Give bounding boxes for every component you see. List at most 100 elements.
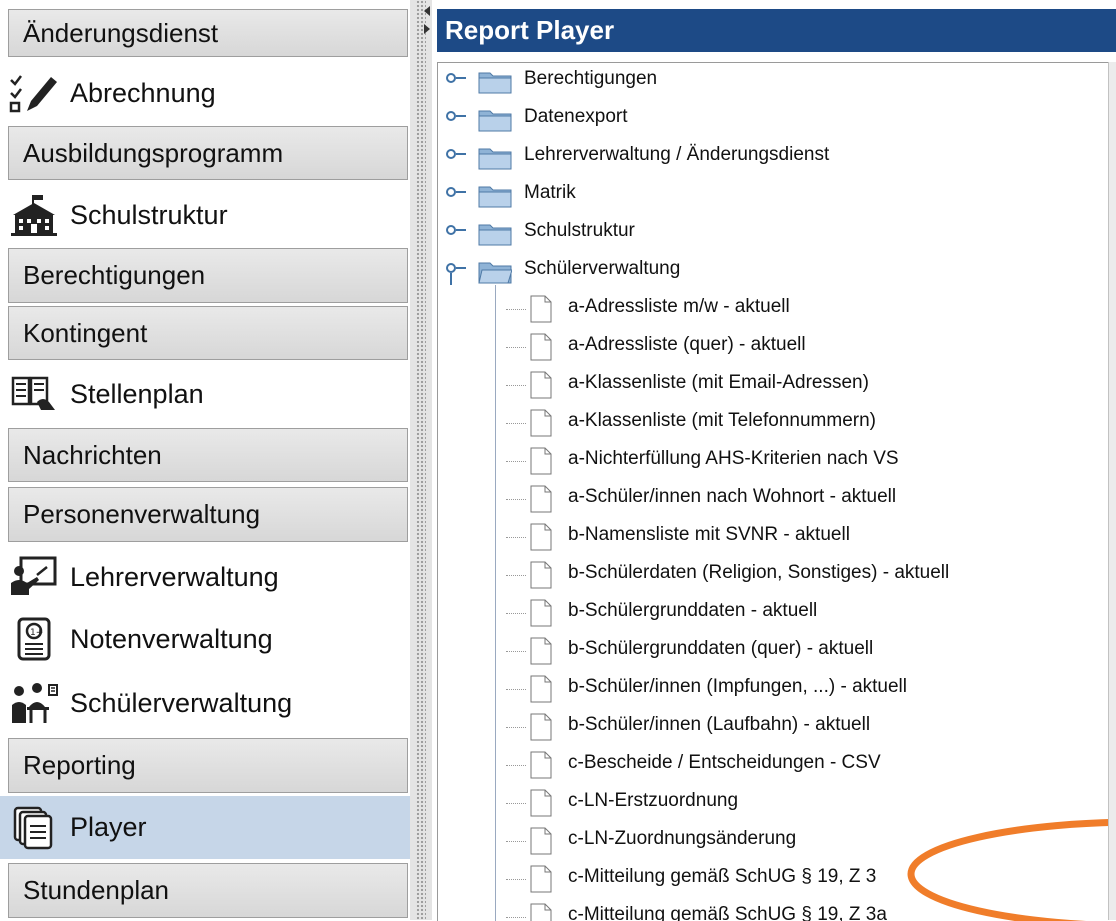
nav-module-abrechnung[interactable]: Abrechnung <box>0 64 410 122</box>
nav-category-ausbildungsprogramm[interactable]: Ausbildungsprogramm <box>8 126 408 180</box>
students-desk-icon <box>8 681 60 725</box>
open-folder-icon <box>478 262 512 284</box>
nav-label: Notenverwaltung <box>70 623 273 654</box>
report-item[interactable]: a-Adressliste m/w - aktuell <box>438 292 1108 328</box>
report-item[interactable]: a-Klassenliste (mit Email-Adressen) <box>438 368 1108 404</box>
tree-connector <box>506 651 526 652</box>
tree-folder[interactable]: Matrik <box>438 178 1108 214</box>
report-item[interactable]: a-Klassenliste (mit Telefonnummern) <box>438 406 1108 442</box>
nav-module-schulstruktur[interactable]: Schulstruktur <box>0 186 410 244</box>
page-title: Report Player <box>445 15 615 45</box>
report-label: b-Schülergrunddaten - aktuell <box>568 600 818 621</box>
collapse-left-icon[interactable] <box>424 6 430 16</box>
nav-module-player[interactable]: Player <box>0 796 410 859</box>
grade-certificate-icon: 1+ <box>8 617 60 661</box>
tree-connector <box>506 385 526 386</box>
expand-toggle-icon[interactable] <box>446 149 456 159</box>
report-item[interactable]: b-Namensliste mit SVNR - aktuell <box>438 520 1108 556</box>
report-label: b-Schüler/innen (Impfungen, ...) - aktue… <box>568 676 908 697</box>
tree-connector <box>506 917 526 918</box>
nav-category-reporting[interactable]: Reporting <box>8 738 408 793</box>
document-icon <box>530 599 552 627</box>
report-label: c-LN-Zuordnungsänderung <box>568 828 797 849</box>
tree-connector <box>506 765 526 766</box>
expand-toggle-icon[interactable] <box>446 225 456 235</box>
documents-stack-icon <box>8 806 60 850</box>
collapse-toggle-icon[interactable] <box>446 263 456 273</box>
expand-right-icon[interactable] <box>424 24 430 34</box>
tree-connector <box>506 803 526 804</box>
expand-toggle-icon[interactable] <box>446 111 456 121</box>
nav-label: Schulstruktur <box>70 199 228 230</box>
report-item[interactable]: c-Bescheide / Entscheidungen - CSV <box>438 748 1108 784</box>
book-hand-icon <box>8 372 60 416</box>
tree-folder[interactable]: Lehrerverwaltung / Änderungsdienst <box>438 140 1108 176</box>
report-item[interactable]: a-Schüler/innen nach Wohnort - aktuell <box>438 482 1108 518</box>
nav-category-kontingent[interactable]: Kontingent <box>8 306 408 360</box>
tree-connector <box>506 309 526 310</box>
nav-category-stundenplan[interactable]: Stundenplan <box>8 863 408 918</box>
report-item[interactable]: b-Schülergrunddaten - aktuell <box>438 596 1108 632</box>
document-icon <box>530 713 552 741</box>
tree-connector <box>506 499 526 500</box>
expand-toggle-icon[interactable] <box>446 187 456 197</box>
report-label: a-Klassenliste (mit Email-Adressen) <box>568 372 869 393</box>
tree-folder[interactable]: Schulstruktur <box>438 216 1108 252</box>
report-item[interactable]: b-Schülergrunddaten (quer) - aktuell <box>438 634 1108 670</box>
report-label: a-Nichterfüllung AHS-Kriterien nach VS <box>568 448 899 469</box>
nav-module-notenverwaltung[interactable]: 1+ Notenverwaltung <box>0 610 410 668</box>
expand-toggle-icon[interactable] <box>446 73 456 83</box>
report-label: c-Mitteilung gemäß SchUG § 19, Z 3 <box>568 866 877 887</box>
report-item[interactable]: b-Schüler/innen (Impfungen, ...) - aktue… <box>438 672 1108 708</box>
report-label: b-Schüler/innen (Laufbahn) - aktuell <box>568 714 871 735</box>
nav-label: Reporting <box>23 750 136 780</box>
document-icon <box>530 561 552 589</box>
nav-label: Schülerverwaltung <box>70 687 293 718</box>
folder-label: Berechtigungen <box>524 68 658 89</box>
nav-module-stellenplan[interactable]: Stellenplan <box>0 365 410 423</box>
document-icon <box>530 295 552 323</box>
report-label: b-Schülerdaten (Religion, Sonstiges) - a… <box>568 562 950 583</box>
folder-label: Lehrerverwaltung / Änderungsdienst <box>524 144 830 165</box>
report-item[interactable]: a-Adressliste (quer) - aktuell <box>438 330 1108 366</box>
document-icon <box>530 447 552 475</box>
panel-splitter[interactable] <box>410 0 432 920</box>
tree-connector <box>506 689 526 690</box>
tree-folder[interactable]: Datenexport <box>438 102 1108 138</box>
folder-label: Matrik <box>524 182 576 203</box>
nav-module-schuelerverwaltung[interactable]: Schülerverwaltung <box>0 672 410 734</box>
document-icon <box>530 675 552 703</box>
report-item[interactable]: b-Schülerdaten (Religion, Sonstiges) - a… <box>438 558 1108 594</box>
nav-label: Änderungsdienst <box>23 17 219 48</box>
tree-connector <box>506 347 526 348</box>
nav-label: Ausbildungsprogramm <box>23 137 284 168</box>
nav-category-personenverwaltung[interactable]: Personenverwaltung <box>8 487 408 542</box>
nav-category-berechtigungen[interactable]: Berechtigungen <box>8 248 408 303</box>
report-label: b-Schülergrunddaten (quer) - aktuell <box>568 638 874 659</box>
report-label: a-Adressliste (quer) - aktuell <box>568 334 806 355</box>
nav-label: Stundenplan <box>23 875 170 905</box>
nav-category-nachrichten[interactable]: Nachrichten <box>8 428 408 482</box>
report-item[interactable]: a-Nichterfüllung AHS-Kriterien nach VS <box>438 444 1108 480</box>
vertical-scrollbar[interactable] <box>1108 62 1116 920</box>
report-tree[interactable]: Berechtigungen Datenexport Lehrerverwalt… <box>437 62 1116 921</box>
tree-connector <box>506 879 526 880</box>
nav-category-aenderungsdienst[interactable]: Änderungsdienst <box>8 9 408 57</box>
tree-folder-expanded[interactable]: Schülerverwaltung <box>438 254 1108 290</box>
document-icon <box>530 827 552 855</box>
nav-module-lehrerverwaltung[interactable]: Lehrerverwaltung <box>0 548 410 606</box>
nav-label: Lehrerverwaltung <box>70 561 279 592</box>
folder-label: Datenexport <box>524 106 628 127</box>
splitter-grip <box>416 0 426 920</box>
report-item[interactable]: b-Schüler/innen (Laufbahn) - aktuell <box>438 710 1108 746</box>
folder-label: Schulstruktur <box>524 220 635 241</box>
tree-connector <box>506 613 526 614</box>
nav-label: Nachrichten <box>23 439 162 470</box>
nav-label: Personenverwaltung <box>23 499 261 529</box>
nav-label: Berechtigungen <box>23 260 206 290</box>
tree-folder[interactable]: Berechtigungen <box>438 64 1108 100</box>
folder-icon <box>478 110 512 132</box>
folder-icon <box>478 148 512 170</box>
nav-label: Kontingent <box>23 317 148 348</box>
school-building-icon <box>8 193 60 237</box>
